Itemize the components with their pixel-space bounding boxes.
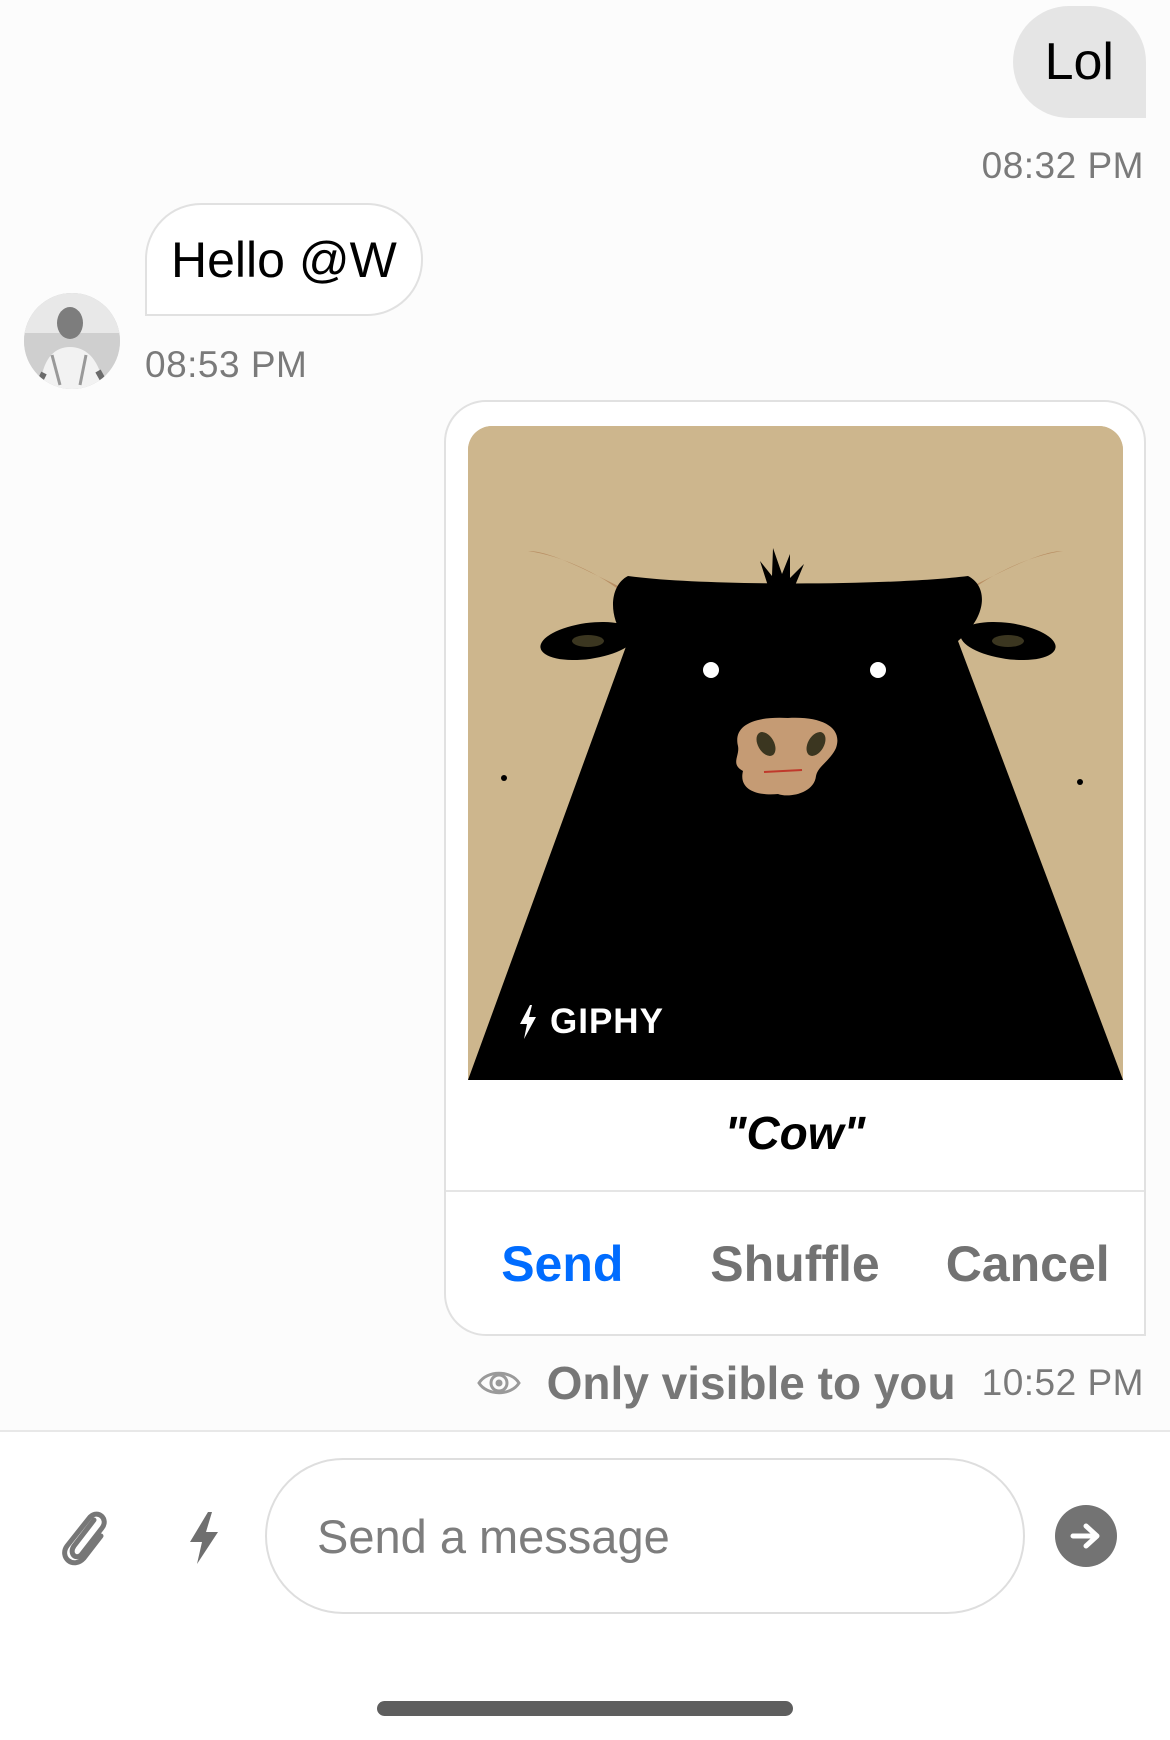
arrow-right-glyph xyxy=(1070,1523,1100,1549)
giphy-bolt-icon xyxy=(520,1005,536,1039)
giphy-attribution-label: GIPHY xyxy=(550,1002,664,1041)
avatar[interactable] xyxy=(24,293,120,389)
message-input[interactable] xyxy=(265,1458,1025,1614)
visibility-notice: Only visible to you 10:52 PM xyxy=(476,1356,1144,1410)
cow-illustration xyxy=(468,426,1123,1080)
outgoing-message-text: Lol xyxy=(1044,33,1114,91)
lightning-icon[interactable] xyxy=(188,1512,220,1564)
eye-icon xyxy=(476,1371,521,1395)
giphy-shuffle-button[interactable]: Shuffle xyxy=(679,1235,912,1293)
home-indicator[interactable] xyxy=(377,1701,793,1716)
giphy-actions: Send Shuffle Cancel xyxy=(446,1192,1144,1334)
giphy-preview-card: GIPHY "Cow" Send Shuffle Cancel xyxy=(444,400,1146,1336)
visibility-label: Only visible to you xyxy=(546,1357,956,1409)
giphy-image: GIPHY xyxy=(468,426,1123,1080)
chat-screen: Lol 08:32 PM Hello @W 08:53 PM GIPHY "Co… xyxy=(0,0,1170,1740)
incoming-message-bubble[interactable]: Hello @W xyxy=(145,203,423,316)
incoming-message-timestamp: 08:53 PM xyxy=(145,344,308,385)
giphy-search-term: "Cow" xyxy=(724,1107,866,1159)
giphy-timestamp: 10:52 PM xyxy=(981,1362,1144,1403)
incoming-message-text: Hello @W xyxy=(171,231,397,288)
giphy-send-button[interactable]: Send xyxy=(446,1235,679,1293)
paperclip-icon[interactable] xyxy=(58,1506,110,1568)
giphy-cancel-button[interactable]: Cancel xyxy=(911,1235,1144,1293)
send-arrow-icon[interactable] xyxy=(1055,1505,1117,1567)
message-composer xyxy=(0,1432,1170,1740)
user-avatar-image xyxy=(24,293,120,389)
outgoing-message-bubble[interactable]: Lol xyxy=(1012,6,1146,118)
giphy-attribution: GIPHY xyxy=(518,1002,664,1042)
outgoing-message-timestamp: 08:32 PM xyxy=(981,145,1144,186)
